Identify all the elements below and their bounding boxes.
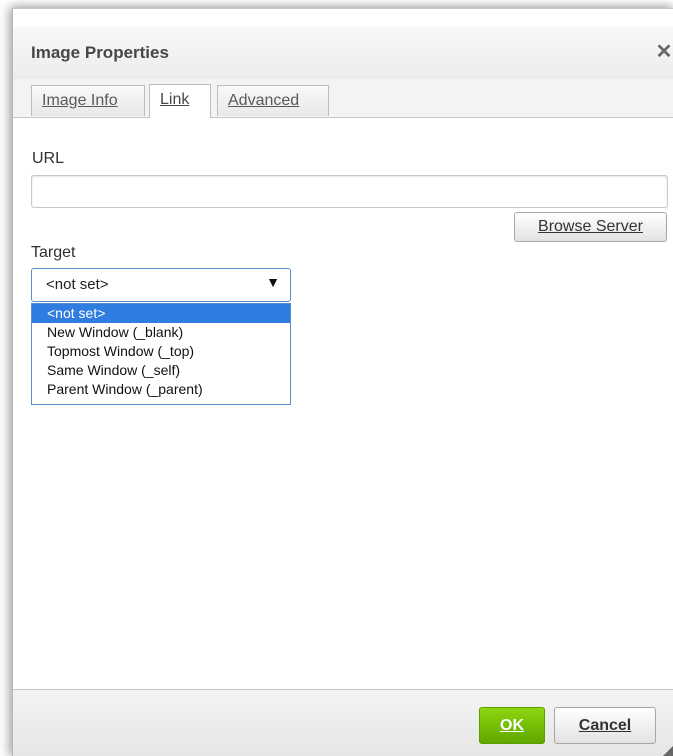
- url-input[interactable]: [31, 175, 668, 208]
- dialog-footer: OK Cancel: [13, 689, 673, 756]
- tab-image-info[interactable]: Image Info: [31, 85, 145, 116]
- ok-button[interactable]: OK: [479, 707, 545, 744]
- target-select[interactable]: <not set> ▼: [31, 268, 291, 302]
- screen: Image Properties ✕ Image Info Link Advan…: [0, 0, 673, 756]
- dialog-titlebar[interactable]: Image Properties ✕: [13, 27, 673, 80]
- cancel-button[interactable]: Cancel: [554, 707, 656, 744]
- tab-link[interactable]: Link: [149, 84, 211, 118]
- resize-grip-icon[interactable]: [661, 745, 673, 756]
- close-icon[interactable]: ✕: [654, 40, 673, 64]
- target-dropdown-list: <not set> New Window (_blank) Topmost Wi…: [31, 303, 291, 405]
- target-selected-value: <not set>: [46, 276, 109, 293]
- image-properties-dialog: Image Properties ✕ Image Info Link Advan…: [12, 8, 673, 756]
- browse-server-button[interactable]: Browse Server: [514, 212, 667, 242]
- url-label: URL: [32, 150, 65, 167]
- tab-strip: Image Info Link Advanced: [13, 79, 673, 118]
- dialog-title: Image Properties: [31, 43, 169, 62]
- target-option-parent-window[interactable]: Parent Window (_parent): [32, 380, 290, 399]
- target-option-same-window[interactable]: Same Window (_self): [32, 361, 290, 380]
- dialog-top-strip: [13, 9, 673, 28]
- chevron-down-icon: ▼: [266, 274, 280, 290]
- tab-advanced[interactable]: Advanced: [217, 85, 329, 116]
- target-option-new-window[interactable]: New Window (_blank): [32, 323, 290, 342]
- target-label: Target: [31, 244, 76, 261]
- link-tab-panel: URL Browse Server Target <not set> ▼ <no…: [13, 118, 673, 688]
- target-option-topmost-window[interactable]: Topmost Window (_top): [32, 342, 290, 361]
- target-option-not-set[interactable]: <not set>: [32, 304, 290, 323]
